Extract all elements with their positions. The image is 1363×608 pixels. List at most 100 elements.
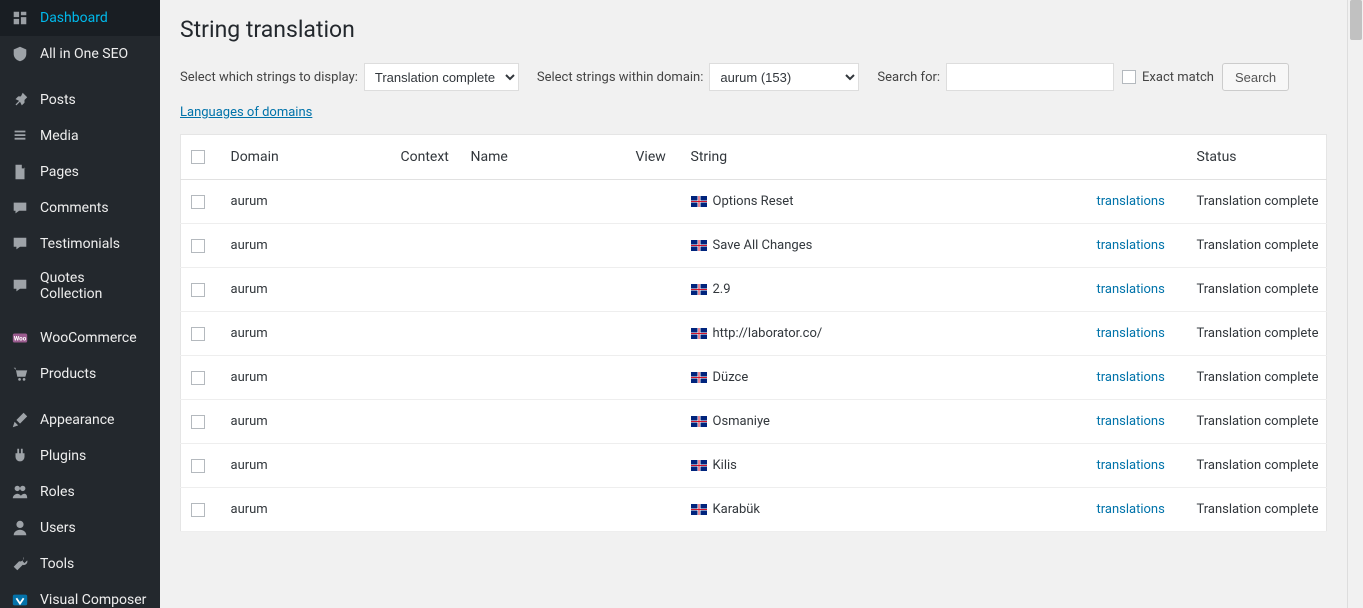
translations-link[interactable]: translations (1097, 194, 1165, 209)
row-checkbox[interactable] (191, 371, 205, 385)
th-domain[interactable]: Domain (221, 135, 391, 180)
sidebar-item-label: Users (40, 520, 150, 536)
sidebar-item-users[interactable]: Users (0, 510, 160, 546)
sidebar-item-media[interactable]: Media (0, 118, 160, 154)
flag-uk-icon (691, 284, 707, 295)
cell-status: Translation complete (1187, 180, 1327, 224)
row-checkbox[interactable] (191, 239, 205, 253)
wrench-icon (10, 554, 30, 574)
sidebar-item-products[interactable]: Products (0, 356, 160, 392)
th-status[interactable]: Status (1187, 135, 1327, 180)
th-string[interactable]: String (681, 135, 1087, 180)
translations-link[interactable]: translations (1097, 502, 1165, 517)
th-name[interactable]: Name (461, 135, 626, 180)
cart-icon (10, 364, 30, 384)
cell-context (391, 224, 461, 268)
cell-name (461, 356, 626, 400)
row-checkbox[interactable] (191, 327, 205, 341)
cell-status: Translation complete (1187, 356, 1327, 400)
sidebar-item-quotes-collection[interactable]: Quotes Collection (0, 262, 160, 310)
cell-name (461, 444, 626, 488)
strings-table: Domain Context Name View String Status a… (180, 134, 1327, 532)
th-context[interactable]: Context (391, 135, 461, 180)
row-checkbox[interactable] (191, 415, 205, 429)
table-row: aurum2.9translationsTranslation complete (181, 268, 1327, 312)
sidebar-item-woocommerce[interactable]: WooWooCommerce (0, 320, 160, 356)
translations-link[interactable]: translations (1097, 458, 1165, 473)
sidebar-item-tools[interactable]: Tools (0, 546, 160, 582)
table-row: aurumKilistranslationsTranslation comple… (181, 444, 1327, 488)
translations-link[interactable]: translations (1097, 282, 1165, 297)
cell-string: Options Reset (681, 180, 1087, 224)
sidebar-item-label: Dashboard (40, 10, 150, 26)
domain-select[interactable]: aurum (153) (709, 63, 859, 91)
sidebar-item-plugins[interactable]: Plugins (0, 438, 160, 474)
exact-match-checkbox[interactable] (1122, 70, 1136, 84)
sidebar-item-pages[interactable]: Pages (0, 154, 160, 190)
dashboard-icon (10, 8, 30, 28)
vc-icon (10, 590, 30, 608)
cell-name (461, 268, 626, 312)
sidebar-item-comments[interactable]: Comments (0, 190, 160, 226)
cell-context (391, 400, 461, 444)
vertical-scrollbar[interactable] (1347, 0, 1363, 608)
sidebar-item-posts[interactable]: Posts (0, 82, 160, 118)
row-checkbox[interactable] (191, 195, 205, 209)
row-checkbox[interactable] (191, 283, 205, 297)
th-view[interactable]: View (626, 135, 681, 180)
sidebar-item-label: Media (40, 128, 150, 144)
plug-icon (10, 446, 30, 466)
cell-context (391, 356, 461, 400)
sidebar-item-label: WooCommerce (40, 330, 150, 346)
testimonial-icon (10, 234, 30, 254)
cell-domain: aurum (221, 400, 391, 444)
sidebar-item-all-in-one-seo[interactable]: All in One SEO (0, 36, 160, 72)
scrollbar-thumb[interactable] (1350, 0, 1362, 40)
sidebar-item-dashboard[interactable]: Dashboard (0, 0, 160, 36)
cell-string: Düzce (681, 356, 1087, 400)
search-input[interactable] (946, 63, 1114, 91)
label-exact-match: Exact match (1142, 70, 1214, 85)
translations-link[interactable]: translations (1097, 238, 1165, 253)
cell-domain: aurum (221, 224, 391, 268)
row-checkbox[interactable] (191, 503, 205, 517)
cell-status: Translation complete (1187, 400, 1327, 444)
flag-uk-icon (691, 240, 707, 251)
translations-link[interactable]: translations (1097, 326, 1165, 341)
cell-view (626, 268, 681, 312)
sidebar-item-visual-composer[interactable]: Visual Composer (0, 582, 160, 608)
sidebar-item-label: Quotes Collection (40, 270, 150, 302)
cell-status: Translation complete (1187, 268, 1327, 312)
cell-string: http://laborator.co/ (681, 312, 1087, 356)
sidebar-item-label: Plugins (40, 448, 150, 464)
row-checkbox[interactable] (191, 459, 205, 473)
search-button[interactable]: Search (1222, 63, 1289, 91)
display-select[interactable]: Translation complete (364, 63, 519, 91)
sidebar-item-roles[interactable]: Roles (0, 474, 160, 510)
translations-link[interactable]: translations (1097, 370, 1165, 385)
flag-uk-icon (691, 416, 707, 427)
page-icon (10, 162, 30, 182)
cell-name (461, 312, 626, 356)
cell-domain: aurum (221, 312, 391, 356)
cell-domain: aurum (221, 268, 391, 312)
cell-domain: aurum (221, 444, 391, 488)
cell-name (461, 488, 626, 532)
cell-string: Karabük (681, 488, 1087, 532)
flag-uk-icon (691, 504, 707, 515)
cell-string: Save All Changes (681, 224, 1087, 268)
media-icon (10, 126, 30, 146)
cell-status: Translation complete (1187, 488, 1327, 532)
languages-of-domains-link[interactable]: Languages of domains (180, 105, 312, 120)
table-row: aurumKarabüktranslationsTranslation comp… (181, 488, 1327, 532)
translations-link[interactable]: translations (1097, 414, 1165, 429)
sidebar-item-appearance[interactable]: Appearance (0, 402, 160, 438)
flag-uk-icon (691, 372, 707, 383)
cell-view (626, 444, 681, 488)
flag-uk-icon (691, 328, 707, 339)
cell-view (626, 312, 681, 356)
sidebar-item-label: Appearance (40, 412, 150, 428)
select-all-checkbox[interactable] (191, 150, 205, 164)
sidebar-item-label: All in One SEO (40, 46, 150, 62)
sidebar-item-testimonials[interactable]: Testimonials (0, 226, 160, 262)
